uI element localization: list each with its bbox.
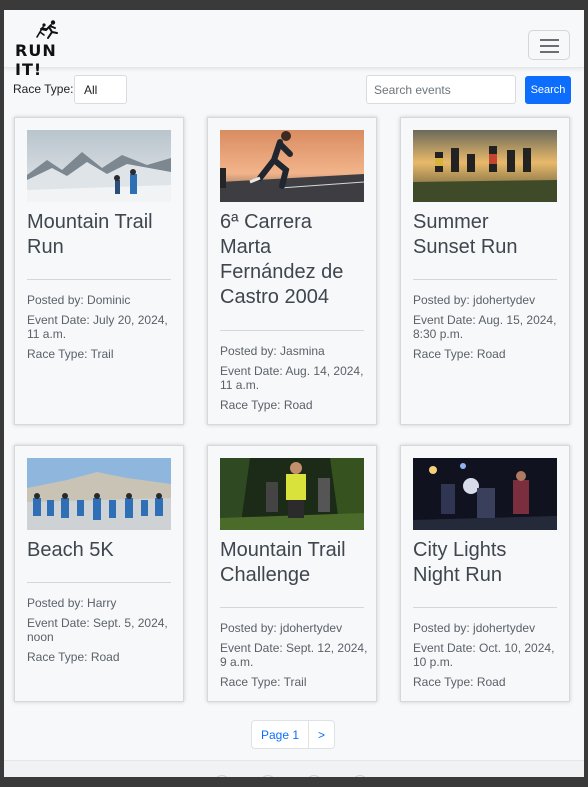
social-icon[interactable] [352,775,368,777]
race-type: Race Type: Road [413,347,506,361]
event-meta: Posted by: Jasmina Event Date: Aug. 14, … [220,344,370,418]
event-card[interactable]: Mountain Trail Challenge Posted by: jdoh… [207,445,377,702]
race-type: Race Type: Trail [220,675,307,689]
event-card[interactable]: Summer Sunset Run Posted by: jdohertydev… [400,117,570,425]
event-image[interactable] [220,130,364,202]
event-title[interactable]: Mountain Trail Challenge [220,538,370,588]
social-icon[interactable] [306,775,322,777]
event-card[interactable]: City Lights Night Run Posted by: jdohert… [400,445,570,702]
card-divider [27,582,171,583]
event-date: Event Date: Sept. 5, 2024, noon [27,616,168,644]
race-type-label: Race Type: [13,82,74,96]
event-card[interactable]: Beach 5K Posted by: Harry Event Date: Se… [14,445,184,702]
event-meta: Posted by: Dominic Event Date: July 20, … [27,293,177,367]
page-current-link[interactable]: Page 1 [252,721,308,748]
event-title[interactable]: Beach 5K [27,538,177,563]
event-image[interactable] [413,458,557,530]
event-image[interactable] [27,458,171,530]
search-button[interactable]: Search [525,76,571,104]
navbar: RUN IT! [4,10,584,79]
event-title[interactable]: Summer Sunset Run [413,210,563,260]
card-divider [413,279,557,280]
event-image[interactable] [413,130,557,202]
page: RUN IT! Race Type: All Search Mountai [4,10,584,777]
event-title[interactable]: Mountain Trail Run [27,210,177,260]
race-type-select[interactable]: All [74,75,127,104]
race-type: Race Type: Trail [27,347,114,361]
search-input[interactable] [366,75,516,104]
event-title[interactable]: City Lights Night Run [413,538,563,588]
event-date: Event Date: July 20, 2024, 11 a.m. [27,313,168,341]
event-card[interactable]: 6ª Carrera Marta Fernández de Castro 200… [207,117,377,425]
event-image[interactable] [220,458,364,530]
card-divider [27,279,171,280]
social-icon[interactable] [260,775,276,777]
event-meta: Posted by: jdohertydev Event Date: Oct. … [413,621,563,695]
event-date: Event Date: Aug. 15, 2024, 8:30 p.m. [413,313,557,341]
brand-name: RUN IT! [15,41,57,79]
event-date: Event Date: Aug. 14, 2024, 11 a.m. [220,364,364,392]
event-meta: Posted by: jdohertydev Event Date: Aug. … [413,293,563,367]
posted-by: Posted by: Harry [27,596,117,610]
posted-by: Posted by: jdohertydev [413,293,536,307]
posted-by: Posted by: Dominic [27,293,131,307]
card-divider [220,607,364,608]
posted-by: Posted by: jdohertydev [413,621,536,635]
event-date: Event Date: Oct. 10, 2024, 10 p.m. [413,641,555,669]
event-image[interactable] [27,130,171,202]
event-title[interactable]: 6ª Carrera Marta Fernández de Castro 200… [220,210,370,310]
footer [4,760,584,777]
race-type: Race Type: Road [27,650,120,664]
social-icon[interactable] [214,775,230,777]
menu-toggle-button[interactable] [528,30,570,60]
page-next-link[interactable]: > [308,721,334,748]
brand-logo[interactable]: RUN IT! [15,20,85,79]
runner-icon [36,20,58,39]
race-type: Race Type: Road [220,398,313,412]
event-card[interactable]: Mountain Trail Run Posted by: Dominic Ev… [14,117,184,425]
hamburger-icon [540,39,559,41]
card-divider [413,607,557,608]
card-divider [220,330,364,331]
posted-by: Posted by: Jasmina [220,344,325,358]
event-meta: Posted by: Harry Event Date: Sept. 5, 20… [27,596,177,670]
event-meta: Posted by: jdohertydev Event Date: Sept.… [220,621,370,695]
posted-by: Posted by: jdohertydev [220,621,343,635]
pagination: Page 1 > [251,720,336,749]
event-date: Event Date: Sept. 12, 2024, 9 a.m. [220,641,368,669]
race-type: Race Type: Road [413,675,506,689]
